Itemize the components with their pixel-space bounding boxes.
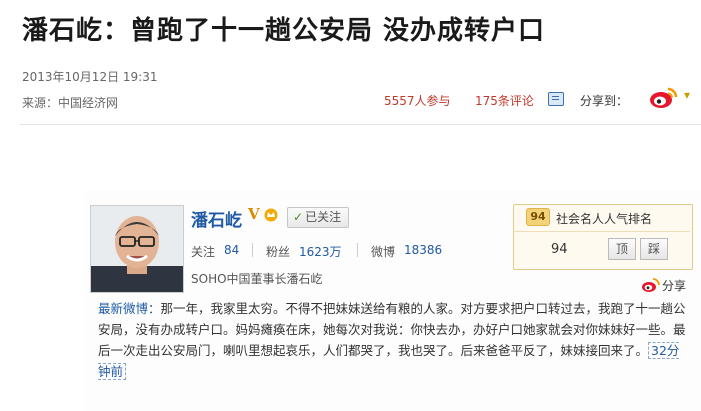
fans-count-value[interactable]: 1623万 bbox=[299, 243, 342, 260]
verified-badge: V bbox=[248, 205, 260, 223]
weibo-icon[interactable] bbox=[641, 277, 661, 293]
stat-divider bbox=[252, 243, 253, 257]
followed-label: 已关注 bbox=[305, 210, 342, 224]
article-source: 来源：中国经济网 bbox=[22, 96, 119, 110]
comment-icon[interactable] bbox=[548, 92, 564, 106]
divider bbox=[20, 124, 701, 125]
follow-count-value[interactable]: 84 bbox=[224, 243, 239, 257]
user-avatar[interactable] bbox=[90, 205, 184, 293]
rank-badge: 94 bbox=[526, 208, 550, 226]
follow-count-label: 关注 bbox=[191, 245, 216, 259]
article-headline: 潘石屹：曾跑了十一趟公安局 没办成转户口 bbox=[22, 16, 546, 46]
article-datetime: 2013年10月12日 19:31 bbox=[22, 70, 158, 84]
weibo-count-label: 微博 bbox=[371, 245, 396, 259]
participants-link[interactable]: 5557人参与 bbox=[384, 92, 451, 109]
followed-button[interactable]: ✓ 已关注 bbox=[287, 207, 350, 228]
post-lead-label[interactable]: 最新微博： bbox=[98, 301, 161, 316]
post-body: 那一年，我家里太穷。不得不把妹妹送给有粮的人家。对方要求把户口转过去，我跑了十一… bbox=[98, 301, 686, 358]
user-bio: SOHO中国董事长潘石屹 bbox=[191, 272, 323, 286]
downvote-button[interactable]: 踩 bbox=[640, 238, 668, 260]
rank-title[interactable]: 社会名人人气排名 bbox=[556, 210, 652, 227]
stat-divider bbox=[357, 243, 358, 257]
crown-icon bbox=[264, 207, 278, 222]
weibo-share-icon[interactable] bbox=[648, 84, 680, 110]
divider bbox=[514, 231, 690, 232]
share-label: 分享到： bbox=[580, 94, 629, 108]
share-more-icon[interactable]: ▾ bbox=[684, 88, 690, 102]
user-name[interactable]: 潘石屹 bbox=[191, 206, 242, 231]
share-link[interactable]: 分享 bbox=[662, 277, 686, 294]
upvote-button[interactable]: 顶 bbox=[608, 238, 636, 260]
rank-value: 94 bbox=[551, 242, 568, 257]
check-icon: ✓ bbox=[293, 210, 304, 224]
weibo-post: 最新微博：那一年，我家里太穷。不得不把妹妹送给有粮的人家。对方要求把户口转过去，… bbox=[98, 298, 690, 382]
weibo-count-value[interactable]: 18386 bbox=[404, 243, 442, 257]
fans-count-label: 粉丝 bbox=[266, 245, 291, 259]
comments-link[interactable]: 175条评论 bbox=[475, 92, 534, 109]
